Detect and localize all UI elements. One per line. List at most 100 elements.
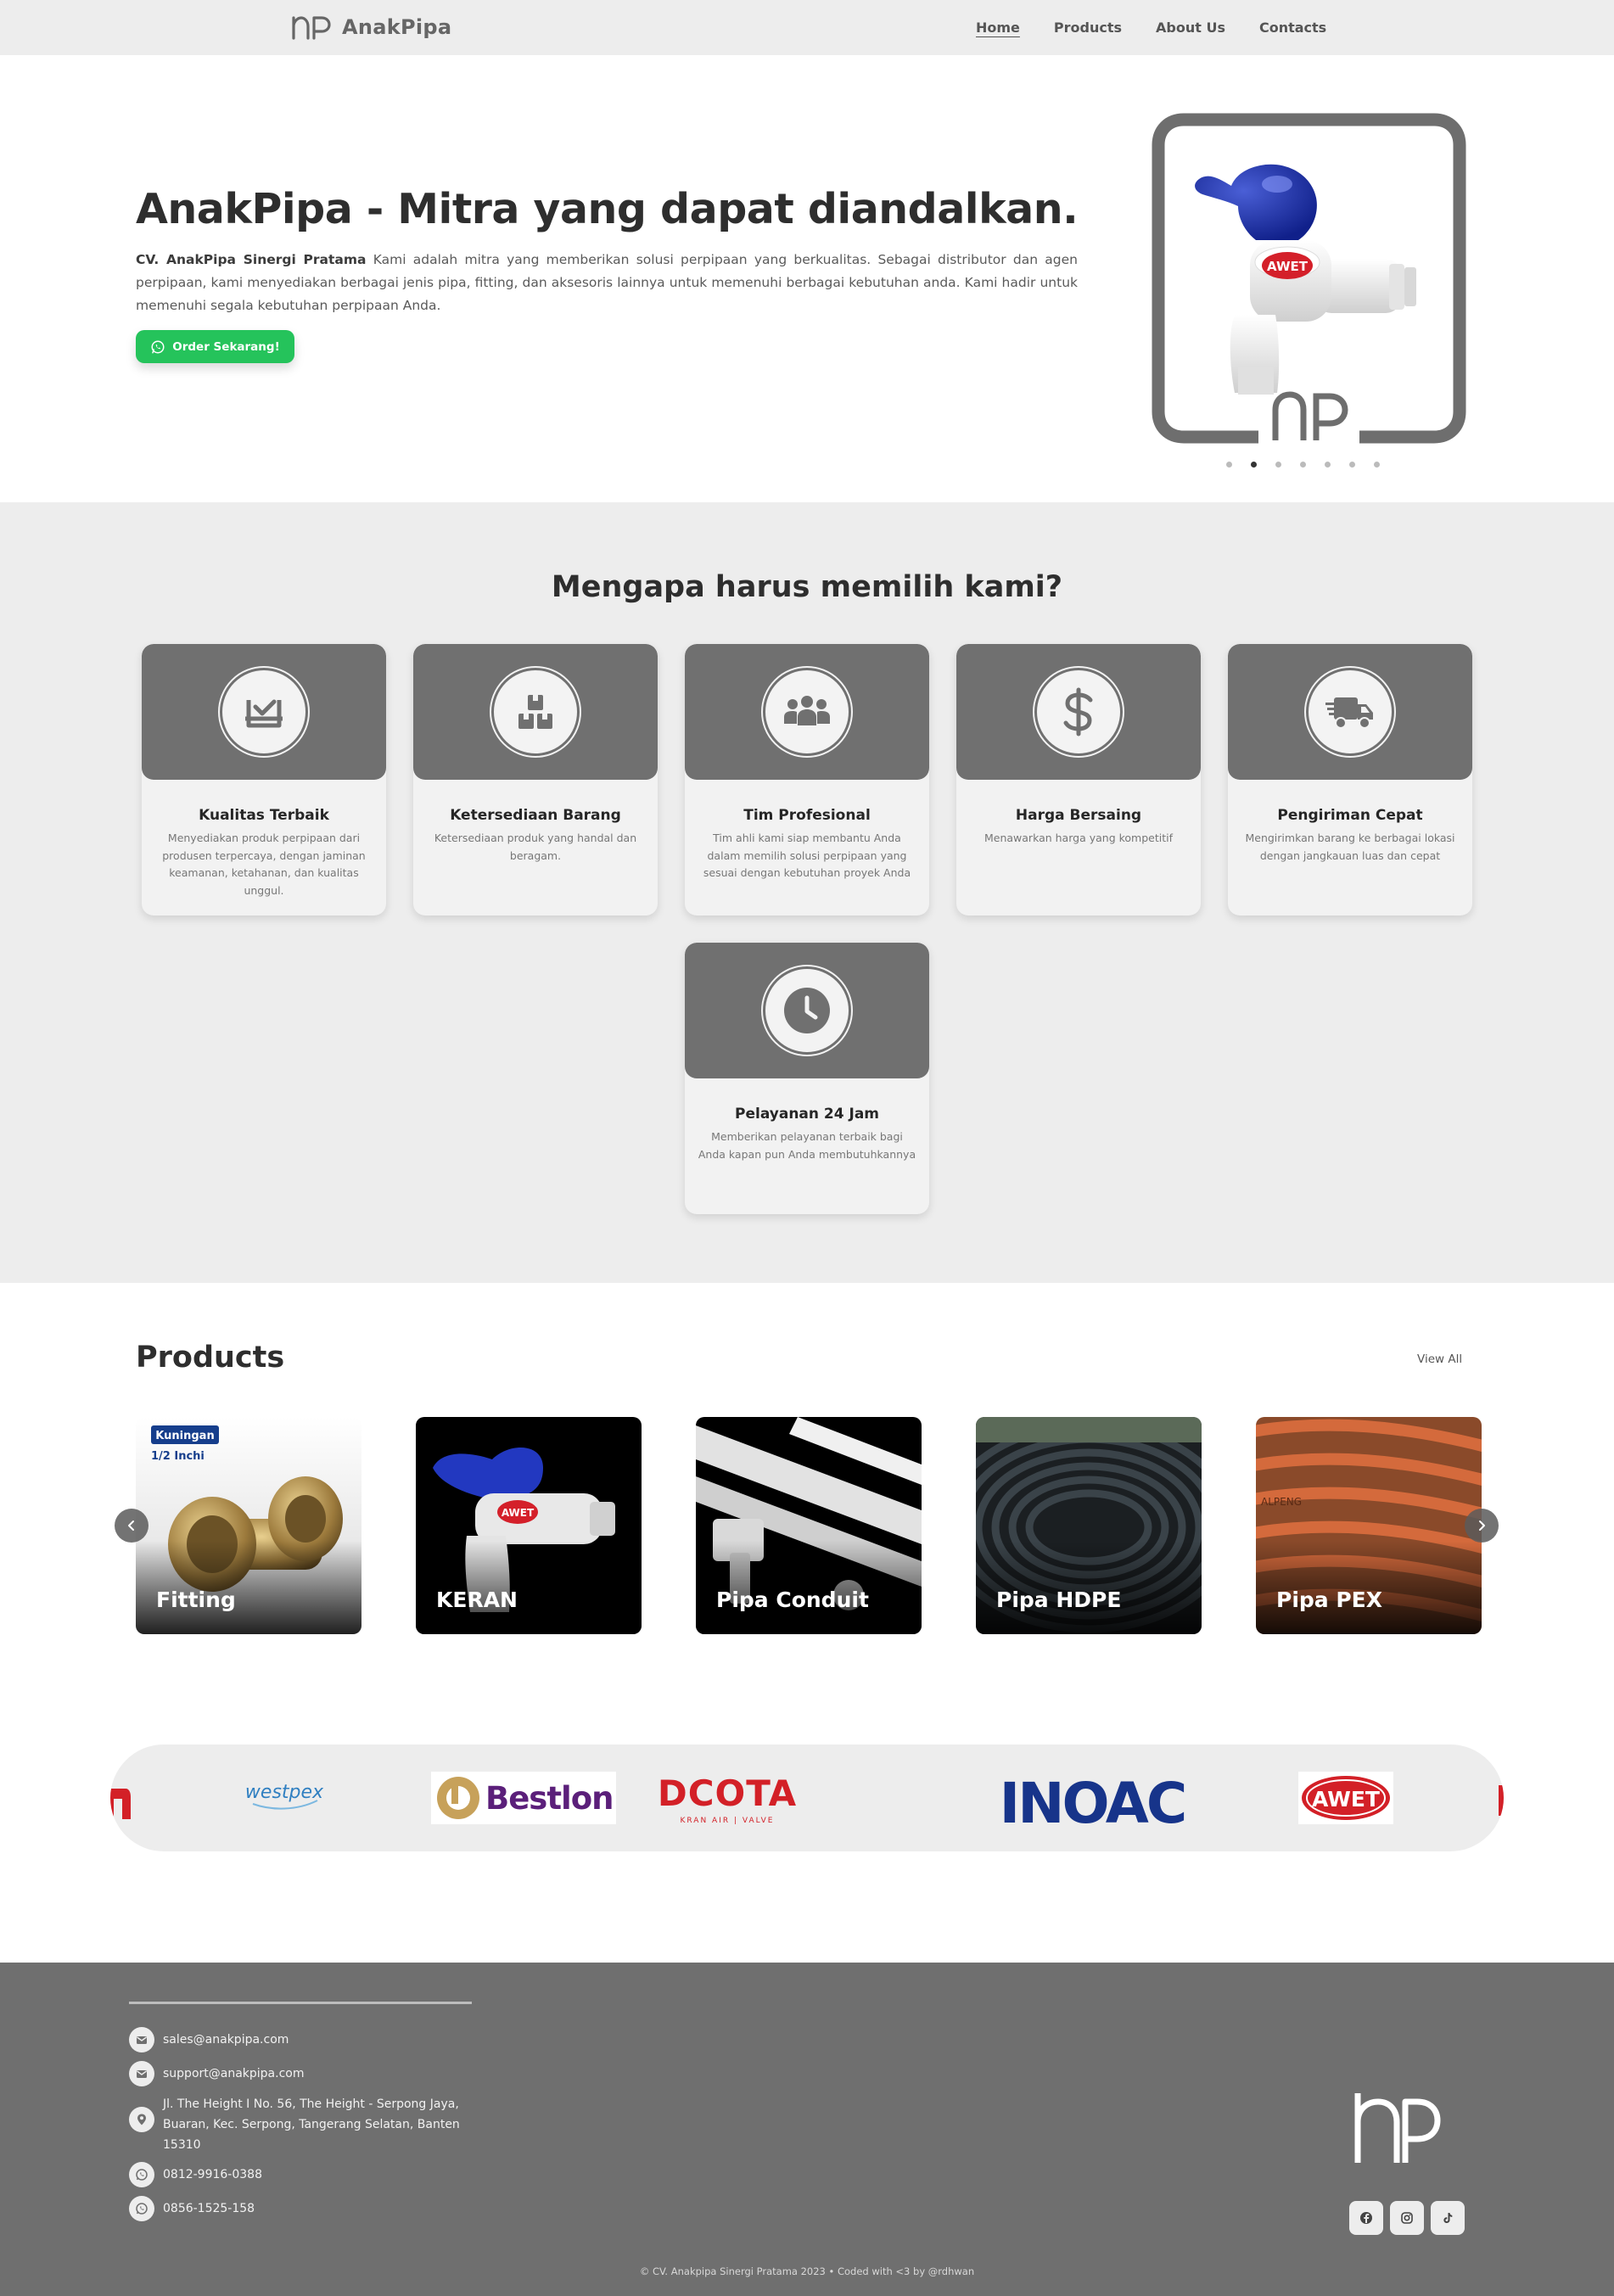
brand-name: AnakPipa: [342, 15, 452, 39]
product-card-pipa-conduit[interactable]: Pipa Conduit: [696, 1417, 922, 1634]
contact-email-support: support@anakpipa.com: [129, 2061, 304, 2086]
chevron-right-icon: [1479, 1520, 1485, 1531]
faucet-brand-text: AWET: [1267, 259, 1309, 274]
carousel-dot[interactable]: [1325, 462, 1331, 468]
chevron-left-icon: [128, 1520, 134, 1531]
hero-carousel-dots: [1226, 462, 1380, 468]
hero-title: AnakPipa - Mitra yang dapat diandalkan.: [136, 185, 1079, 233]
card-icon-circle: [761, 965, 853, 1056]
footer: sales@anakpipa.com support@anakpipa.com …: [0, 1963, 1614, 2296]
brand-logos: westpex Bestlon DCOTA KRAN AIR | VALVE I…: [110, 1771, 1504, 1836]
card-title: Harga Bersaing: [1015, 807, 1142, 824]
contact-email-sales: sales@anakpipa.com: [129, 2027, 289, 2052]
westpex-logo: westpex: [245, 1782, 324, 1810]
feature-card-team: Tim Profesional Tim ahli kami siap memba…: [685, 644, 929, 916]
truck-icon: [1325, 697, 1373, 729]
nav-link-contacts[interactable]: Contacts: [1259, 20, 1326, 36]
product-card-pipa-hdpe[interactable]: Pipa HDPE: [976, 1417, 1202, 1634]
brand-logo[interactable]: AnakPipa: [291, 12, 451, 42]
nav-link-products[interactable]: Products: [1054, 20, 1122, 36]
card-description: Tim ahli kami siap membantu Anda dalam m…: [703, 832, 911, 879]
product-label: KERAN: [436, 1588, 518, 1612]
boxes-icon: [518, 695, 552, 729]
card-icon-circle: [218, 666, 310, 758]
fitting-tag-material: Kuningan: [155, 1430, 214, 1442]
card-description: Ketersediaan produk yang handal dan bera…: [434, 832, 637, 862]
carousel-dot[interactable]: [1275, 462, 1281, 468]
card-icon-circle: [490, 666, 581, 758]
carousel-next-button[interactable]: [1465, 1509, 1499, 1543]
nav-link-about-us[interactable]: About Us: [1156, 20, 1225, 36]
view-all-link[interactable]: View All: [1417, 1352, 1462, 1366]
svg-text:KRAN AIR | VALVE: KRAN AIR | VALVE: [681, 1817, 775, 1825]
whatsapp-icon: [129, 2196, 154, 2221]
svg-text:AWET: AWET: [1312, 1787, 1380, 1812]
feature-card-quality: Kualitas Terbaik Menyediakan produk perp…: [142, 644, 386, 916]
card-title: Kualitas Terbaik: [199, 807, 329, 824]
envelope-icon: [129, 2061, 154, 2086]
email-link[interactable]: support@anakpipa.com: [163, 2061, 304, 2086]
order-now-label: Order Sekarang!: [172, 339, 280, 354]
phone-link[interactable]: 0812-9916-0388: [163, 2162, 262, 2187]
facebook-icon: [1360, 2212, 1372, 2224]
card-icon-circle: [1033, 666, 1124, 758]
copyright-text: © CV. Anakpipa Sinergi Pratama 2023 • Co…: [639, 2265, 975, 2277]
bestlon-logo: Bestlon: [431, 1772, 616, 1824]
nav-link-home[interactable]: Home: [976, 20, 1020, 36]
feature-card-price: Harga Bersaing Menawarkan harga yang kom…: [956, 644, 1201, 916]
facebook-button[interactable]: [1349, 2201, 1383, 2235]
instagram-icon: [1401, 2212, 1413, 2224]
card-icon-circle: [1304, 666, 1396, 758]
svg-text:Bestlon: Bestlon: [485, 1780, 613, 1817]
hero-company-name: CV. AnakPipa Sinergi Pratama: [136, 252, 367, 267]
partial-brand-logo: [110, 1789, 131, 1819]
partial-brand-logo: [1499, 1785, 1504, 1816]
product-card-pipa-pex[interactable]: ALPENG Pipa PEX: [1256, 1417, 1482, 1634]
contact-phone-2: 0856-1525-158: [129, 2196, 255, 2221]
team-icon: [784, 696, 830, 725]
email-link[interactable]: sales@anakpipa.com: [163, 2027, 289, 2052]
why-choose-us-section: Mengapa harus memilih kami? Kualitas Ter…: [0, 502, 1614, 1283]
feature-card-service-24h: Pelayanan 24 Jam Memberikan pelayanan te…: [685, 943, 929, 1214]
fitting-tag-size: 1/2 Inchi: [151, 1450, 205, 1463]
order-now-button[interactable]: Order Sekarang!: [136, 330, 294, 363]
carousel-dot[interactable]: [1226, 462, 1232, 468]
carousel-dot[interactable]: [1349, 462, 1355, 468]
instagram-button[interactable]: [1390, 2201, 1424, 2235]
carousel-dot-active[interactable]: [1251, 462, 1257, 468]
main-nav: Home Products About Us Contacts: [959, 0, 1343, 55]
card-title: Tim Profesional: [743, 807, 871, 824]
dollar-icon: [1063, 687, 1093, 736]
whatsapp-icon: [151, 340, 165, 353]
svg-text:westpex: westpex: [245, 1782, 324, 1803]
products-title: Products: [136, 1341, 285, 1375]
card-description: Memberikan pelayanan terbaik bagi Anda k…: [698, 1130, 916, 1161]
hero-faucet-image: AWET: [1152, 113, 1466, 444]
card-title: Pelayanan 24 Jam: [735, 1106, 879, 1123]
inoac-logo: INOAC: [1000, 1771, 1188, 1836]
card-title: Pengiriman Cepat: [1277, 807, 1423, 824]
carousel-dot[interactable]: [1374, 462, 1380, 468]
product-label: Fitting: [156, 1588, 236, 1612]
footer-np-logo-icon: [1354, 2093, 1441, 2163]
tiktok-icon: [1443, 2213, 1453, 2223]
svg-text:INOAC: INOAC: [1000, 1771, 1185, 1836]
contact-phone-1: 0812-9916-0388: [129, 2162, 262, 2187]
location-pin-icon: [129, 2107, 154, 2132]
carousel-prev-button[interactable]: [115, 1509, 149, 1543]
product-card-fitting[interactable]: Kuningan 1/2 Inchi Fitting: [136, 1417, 361, 1634]
product-label: Pipa HDPE: [996, 1588, 1122, 1612]
feature-card-availability: Ketersediaan Barang Ketersediaan produk …: [413, 644, 658, 916]
card-description: Mengirimkan barang ke berbagai lokasi de…: [1245, 832, 1455, 862]
product-label: Pipa Conduit: [716, 1588, 869, 1612]
phone-link[interactable]: 0856-1525-158: [163, 2196, 255, 2221]
quality-check-icon: [245, 699, 283, 728]
carousel-dot[interactable]: [1300, 462, 1306, 468]
product-card-keran[interactable]: AWET KERAN: [416, 1417, 642, 1634]
contact-address: Jl. The Height I No. 56, The Height - Se…: [129, 2094, 468, 2155]
clock-icon: [784, 988, 830, 1033]
awet-logo: AWET: [1298, 1772, 1393, 1824]
tiktok-button[interactable]: [1431, 2201, 1465, 2235]
pex-print-text: ALPENG: [1261, 1496, 1302, 1508]
card-description: Menawarkan harga yang kompetitif: [984, 832, 1173, 844]
